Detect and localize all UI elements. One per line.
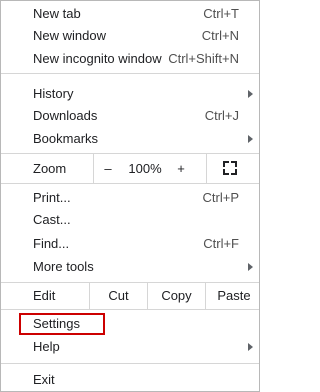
zoom-label: Zoom (33, 161, 67, 176)
submenu-arrow-icon (248, 263, 253, 271)
menu-item-new-window[interactable]: New window Ctrl+N (33, 25, 239, 47)
menu-item-label: Help (33, 339, 60, 354)
menu-item-find[interactable]: Find... Ctrl+F (33, 233, 239, 255)
menu-item-help[interactable]: Help (33, 336, 253, 358)
menu-item-bookmarks[interactable]: Bookmarks (33, 128, 253, 150)
submenu-arrow-icon (248, 343, 253, 351)
menu-item-label: History (33, 86, 74, 101)
menu-separator (1, 282, 259, 283)
fullscreen-icon[interactable] (223, 161, 237, 175)
menu-item-new-tab[interactable]: New tab Ctrl+T (33, 3, 239, 25)
menu-item-shortcut: Ctrl+F (203, 236, 239, 251)
menu-item-label: Bookmarks (33, 131, 99, 146)
copy-button[interactable]: Copy (148, 285, 205, 307)
menu-item-print[interactable]: Print... Ctrl+P (33, 187, 239, 209)
menu-item-downloads[interactable]: Downloads Ctrl+J (33, 105, 239, 127)
menu-item-cast[interactable]: Cast... (33, 209, 239, 231)
menu-separator (1, 309, 259, 310)
menu-item-label: New window (33, 28, 106, 43)
menu-separator (1, 363, 259, 364)
menu-item-label: Exit (33, 372, 55, 387)
menu-separator (1, 153, 259, 154)
zoom-divider (93, 154, 94, 183)
menu-item-label: Find... (33, 236, 70, 251)
edit-label: Edit (33, 288, 56, 303)
zoom-divider (206, 154, 207, 183)
menu-item-label: New incognito window (33, 51, 162, 66)
menu-item-new-incognito-window[interactable]: New incognito window Ctrl+Shift+N (33, 48, 239, 70)
menu-item-label: Downloads (33, 108, 98, 123)
menu-item-history[interactable]: History (33, 83, 253, 105)
zoom-out-button[interactable]: – (98, 158, 118, 180)
menu-item-label: Print... (33, 190, 71, 205)
menu-item-label: New tab (33, 6, 81, 21)
browser-main-menu: New tab Ctrl+T New window Ctrl+N New inc… (0, 0, 260, 392)
menu-item-label: Cast... (33, 212, 71, 227)
menu-separator (1, 183, 259, 184)
menu-item-shortcut: Ctrl+Shift+N (168, 51, 239, 66)
menu-item-shortcut: Ctrl+P (202, 190, 239, 205)
menu-item-shortcut: Ctrl+N (201, 28, 239, 43)
menu-item-shortcut: Ctrl+T (203, 6, 239, 21)
zoom-in-button[interactable]: + (171, 158, 191, 180)
submenu-arrow-icon (248, 135, 253, 143)
menu-item-label: More tools (33, 259, 94, 274)
menu-separator (1, 73, 259, 74)
settings-highlight-box (19, 313, 105, 335)
cut-button[interactable]: Cut (90, 285, 147, 307)
menu-item-more-tools[interactable]: More tools (33, 256, 253, 278)
menu-item-shortcut: Ctrl+J (204, 108, 239, 123)
zoom-level: 100% (128, 161, 162, 176)
paste-button[interactable]: Paste (206, 285, 262, 307)
submenu-arrow-icon (248, 90, 253, 98)
menu-item-exit[interactable]: Exit (33, 369, 239, 391)
